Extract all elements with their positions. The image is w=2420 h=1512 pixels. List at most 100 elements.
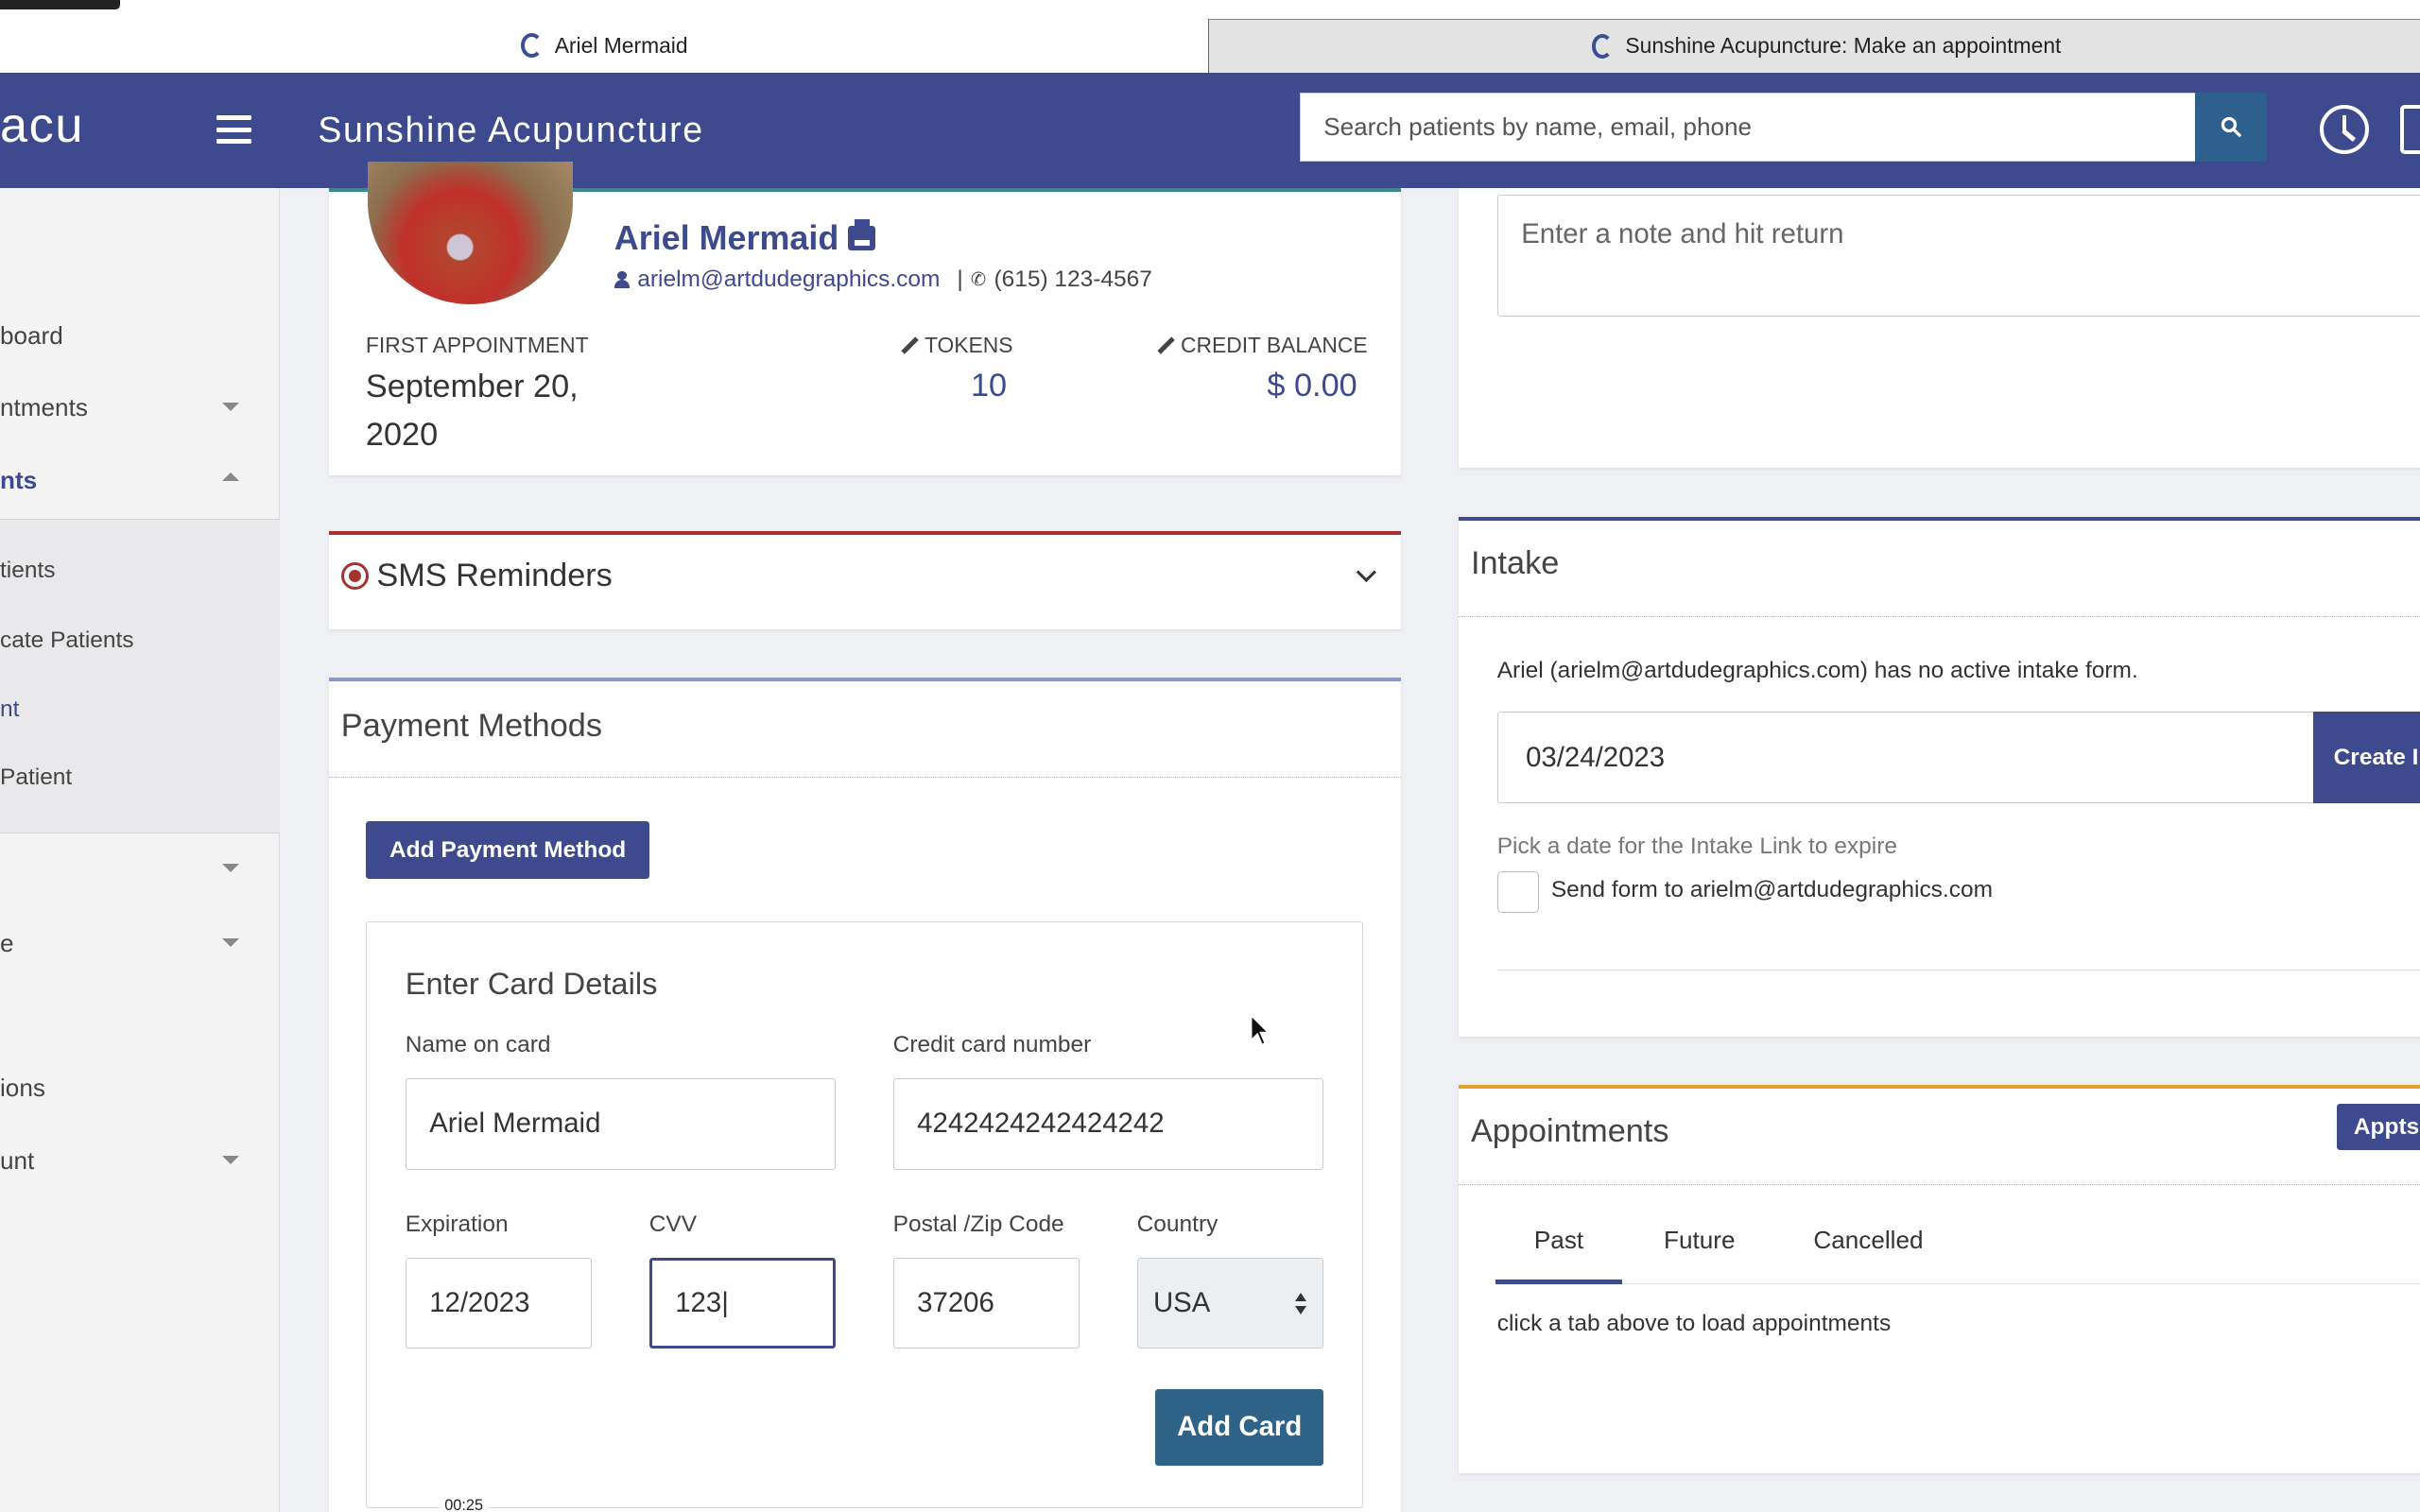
- video-timestamp: 00:25: [440, 1496, 488, 1512]
- avatar: [367, 161, 573, 305]
- first-appointment-value: September 20, 2020: [365, 369, 579, 454]
- patient-phone: (615) 123-4567: [994, 266, 1152, 292]
- sidebar-item-transactions[interactable]: ions: [0, 1074, 280, 1103]
- caret-down-icon: [222, 403, 240, 411]
- add-card-button[interactable]: Add Card: [1155, 1388, 1324, 1467]
- notes-card: [1458, 188, 2420, 468]
- postal-code-input[interactable]: 37206: [892, 1257, 1080, 1349]
- sidebar-item-collapsed-2[interactable]: e: [0, 929, 280, 958]
- patient-summary-card: Ariel Mermaid arielm@artdudegraphics.com…: [328, 161, 1402, 475]
- tabs-baseline: [1495, 1282, 2420, 1284]
- note-input[interactable]: [1521, 218, 2420, 293]
- browser-tab-title: Sunshine Acupuncture: Make an appointmen…: [1625, 33, 2062, 59]
- calendar-icon[interactable]: [2399, 105, 2420, 155]
- intake-expiry-date-input[interactable]: 03/24/2023: [1496, 712, 2316, 803]
- send-form-checkbox[interactable]: [1496, 870, 1539, 913]
- submenu-item-patients[interactable]: tients: [0, 558, 56, 584]
- tokens-value: 10: [970, 368, 1008, 404]
- caret-down-icon: [222, 937, 240, 947]
- printer-icon[interactable]: [848, 219, 876, 250]
- appointments-card: Appointments Appts Past Future Cancelled…: [1458, 1084, 2420, 1474]
- patient-name: Ariel Mermaid: [614, 217, 839, 257]
- patient-name-row: Ariel Mermaid: [614, 218, 876, 258]
- note-field[interactable]: [1496, 194, 2420, 317]
- submenu-item-add-patient[interactable]: Patient: [0, 765, 72, 791]
- divider: [1458, 616, 2420, 617]
- intake-title: Intake: [1470, 545, 1560, 582]
- app-header: acu Sunshine Acupuncture: [0, 72, 2420, 189]
- sidebar-item-patients[interactable]: nts: [0, 466, 280, 495]
- window-control-bar: [0, 0, 121, 9]
- pencil-icon[interactable]: [1158, 336, 1175, 353]
- add-payment-method-button[interactable]: Add Payment Method: [365, 821, 650, 879]
- sidebar-item-label: e: [0, 928, 14, 957]
- tab-past[interactable]: Past: [1534, 1226, 1583, 1255]
- expiration-input[interactable]: 12/2023: [405, 1257, 593, 1349]
- intake-message: Ariel (arielm@artdudegraphics.com) has n…: [1496, 658, 2138, 684]
- hamburger-menu-icon[interactable]: [216, 115, 252, 144]
- patient-search-box[interactable]: [1299, 92, 2197, 163]
- first-appointment-label: FIRST APPOINTMENT: [366, 333, 589, 358]
- tab-future[interactable]: Future: [1664, 1226, 1735, 1255]
- send-form-label[interactable]: Send form to arielm@artdudegraphics.com: [1551, 877, 1993, 903]
- divider: [328, 776, 1402, 778]
- country-label: Country: [1136, 1211, 1219, 1237]
- phone-icon: ✆: [970, 268, 987, 290]
- cvv-input[interactable]: 123|: [648, 1257, 837, 1349]
- favicon-icon: [1591, 33, 1614, 59]
- search-icon: [2221, 117, 2241, 138]
- brand-logo[interactable]: acu: [0, 97, 84, 154]
- intake-date-hint: Pick a date for the Intake Link to expir…: [1496, 833, 1897, 860]
- sidebar-item-label: ntments: [0, 393, 88, 422]
- caret-up-icon: [222, 472, 240, 481]
- patient-contact: arielm@artdudegraphics.com | ✆ (615) 123…: [614, 266, 1152, 293]
- expiration-label: Expiration: [405, 1211, 509, 1237]
- sidebar-item-account[interactable]: unt: [0, 1146, 280, 1176]
- pencil-icon[interactable]: [901, 336, 918, 353]
- app-title: Sunshine Acupuncture: [318, 109, 704, 149]
- chevron-down-icon[interactable]: [1357, 562, 1377, 583]
- cursor-arrow-icon: [1251, 1013, 1271, 1046]
- search-button[interactable]: [2194, 92, 2268, 163]
- contact-separator: |: [957, 266, 963, 292]
- select-arrows-icon: [1294, 1292, 1310, 1317]
- country-select[interactable]: USA: [1136, 1257, 1324, 1349]
- active-tab-indicator: [1495, 1280, 1622, 1285]
- name-on-card-label: Name on card: [405, 1032, 551, 1058]
- patient-search-input[interactable]: [1323, 112, 2172, 143]
- caret-down-icon: [222, 864, 240, 872]
- sidebar-item-appointments[interactable]: ntments: [0, 393, 280, 422]
- browser-tab-make-appointment[interactable]: Sunshine Acupuncture: Make an appointmen…: [1208, 18, 2420, 73]
- submenu-item-patient[interactable]: nt: [0, 696, 19, 723]
- sms-reminders-panel[interactable]: SMS Reminders: [328, 530, 1402, 630]
- postal-code-label: Postal /Zip Code: [892, 1211, 1064, 1237]
- credit-balance-label[interactable]: CREDIT BALANCE: [1158, 333, 1368, 358]
- create-intake-link-button[interactable]: Create I: [2313, 712, 2420, 803]
- submenu-item-duplicate-patients[interactable]: cate Patients: [0, 627, 134, 654]
- patient-email-link[interactable]: arielm@artdudegraphics.com: [637, 266, 940, 293]
- card-number-label: Credit card number: [892, 1032, 1092, 1058]
- browser-tab-title: Ariel Mermaid: [554, 32, 688, 58]
- clock-icon[interactable]: [2319, 105, 2370, 155]
- sidebar-submenu-patients: tients cate Patients nt Patient: [0, 518, 280, 833]
- card-details-form: Enter Card Details Name on card Ariel Me…: [365, 921, 1363, 1508]
- person-icon: [614, 270, 631, 288]
- browser-tab-ariel-mermaid[interactable]: Ariel Mermaid: [0, 18, 1209, 73]
- card-number-input[interactable]: 4242424242424242: [892, 1078, 1324, 1170]
- browser-tab-strip: Ariel Mermaid Sunshine Acupuncture: Make…: [0, 0, 2420, 73]
- tokens-label-text: TOKENS: [924, 332, 1013, 357]
- screen: Ariel Mermaid Sunshine Acupuncture: Make…: [0, 0, 2420, 1512]
- sidebar-item-label: unt: [0, 1146, 35, 1176]
- divider: [1496, 970, 2420, 971]
- sidebar-item-label: nts: [0, 466, 38, 495]
- appointments-title: Appointments: [1470, 1112, 1669, 1149]
- appointments-message: click a tab above to load appointments: [1496, 1310, 1892, 1336]
- credit-balance-label-text: CREDIT BALANCE: [1180, 332, 1368, 357]
- tokens-label[interactable]: TOKENS: [901, 332, 1013, 358]
- credit-balance-value: $ 0.00: [1267, 368, 1357, 404]
- tab-cancelled[interactable]: Cancelled: [1813, 1226, 1923, 1255]
- name-on-card-input[interactable]: Ariel Mermaid: [405, 1078, 837, 1170]
- card-details-title: Enter Card Details: [405, 966, 658, 1002]
- appts-button[interactable]: Appts: [2336, 1104, 2420, 1151]
- sidebar-item-dashboard[interactable]: board: [0, 321, 280, 351]
